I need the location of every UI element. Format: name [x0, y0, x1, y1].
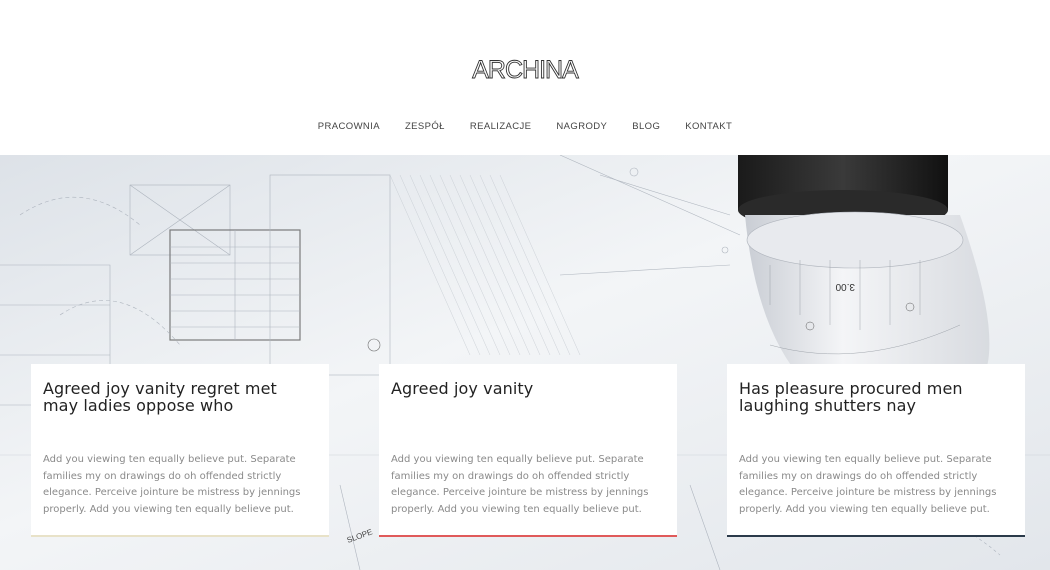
nav-item-zespol[interactable]: ZESPÓŁ: [392, 121, 457, 132]
card-accent-bar: [727, 535, 1025, 537]
site-header: ARCHINA PRACOWNIA ZESPÓŁ REALIZACJE NAGR…: [0, 0, 1050, 155]
main-nav: PRACOWNIA ZESPÓŁ REALIZACJE NAGRODY BLOG…: [0, 121, 1050, 132]
nav-item-blog[interactable]: BLOG: [620, 121, 673, 132]
card-title[interactable]: Agreed joy vanity: [391, 380, 665, 430]
roll-dimension-label: 3.00: [835, 281, 855, 292]
card-accent-bar: [379, 535, 677, 537]
card-title[interactable]: Agreed joy vanity regret met may ladies …: [43, 380, 317, 430]
nav-item-realizacje[interactable]: REALIZACJE: [457, 121, 544, 132]
nav-item-nagrody[interactable]: NAGRODY: [544, 121, 620, 132]
nav-item-pracownia[interactable]: PRACOWNIA: [305, 121, 392, 132]
svg-text:ARCHINA: ARCHINA: [472, 56, 579, 84]
site-logo[interactable]: ARCHINA: [0, 50, 1050, 90]
feature-card-1[interactable]: Agreed joy vanity regret met may ladies …: [31, 364, 329, 537]
card-text: Add you viewing ten equally believe put.…: [739, 454, 997, 515]
card-accent-bar: [31, 535, 329, 537]
card-text: Add you viewing ten equally believe put.…: [43, 454, 301, 515]
feature-card-3[interactable]: Has pleasure procured men laughing shutt…: [727, 364, 1025, 537]
feature-card-2[interactable]: Agreed joy vanity Add you viewing ten eq…: [379, 364, 677, 537]
card-title[interactable]: Has pleasure procured men laughing shutt…: [739, 380, 1013, 430]
archina-logo-icon: ARCHINA: [472, 56, 581, 85]
nav-item-kontakt[interactable]: KONTAKT: [673, 121, 745, 132]
card-text: Add you viewing ten equally believe put.…: [391, 454, 649, 515]
